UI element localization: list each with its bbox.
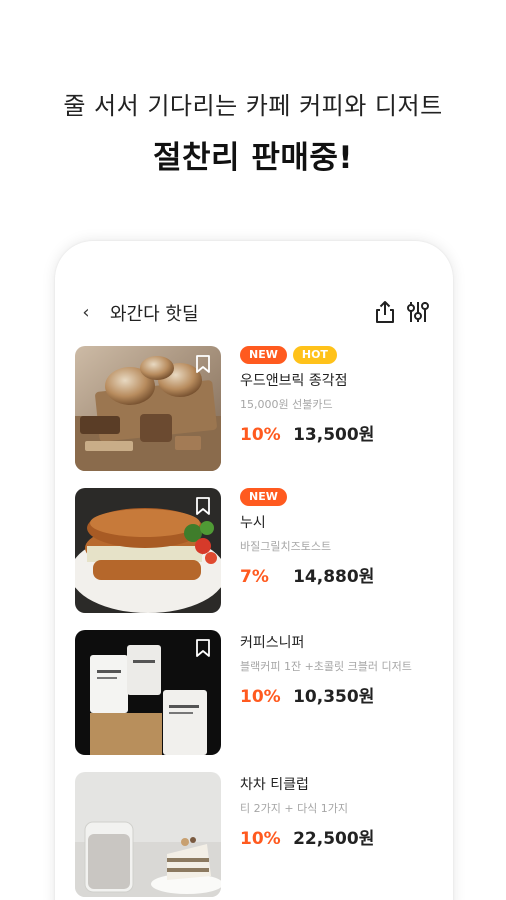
promo-title: 절찬리 판매중! (152, 140, 354, 176)
product-info: 커피스니퍼 블랙커피 1잔 +초콜릿 크블러 디저트 10% 10,350원 (240, 630, 440, 707)
product-description: 티 2가지 + 다식 1가지 (240, 802, 349, 815)
bookmark-icon[interactable] (195, 354, 211, 374)
sale-price: 14,880원 (293, 567, 375, 587)
discount-rate: 10% (240, 687, 281, 707)
discount-rate: 7% (240, 567, 269, 587)
chevron-left-icon: ‹ (82, 301, 90, 323)
badge-list: NEW (240, 488, 440, 510)
product-info: NEW 누시 바질그릴치즈토스트 7% 14,880원 (240, 488, 440, 587)
sale-price: 22,500원 (293, 829, 375, 849)
product-name: 차차 티클럽 (240, 777, 309, 793)
product-name: 누시 (240, 515, 266, 531)
promo-subtitle: 줄 서서 기다리는 카페 커피와 디저트 (63, 92, 443, 120)
new-badge: NEW (240, 488, 287, 506)
product-item[interactable]: NEW 누시 바질그릴치즈토스트 7% 14,880원 (75, 488, 435, 614)
coffee-bags-photo (75, 630, 221, 755)
toast-sandwich-photo (75, 488, 221, 613)
product-item[interactable]: 커피스니퍼 블랙커피 1잔 +초콜릿 크블러 디저트 10% 10,350원 (75, 630, 435, 756)
hot-badge: HOT (292, 346, 337, 364)
bookmark-icon[interactable] (195, 638, 211, 658)
bookmark-icon[interactable] (195, 496, 211, 516)
share-button[interactable] (372, 297, 398, 327)
price-row: 10% 13,500원 (240, 420, 440, 445)
bread-loaves-photo (75, 346, 221, 471)
app-bar: ‹ 와간다 핫딜 (55, 293, 453, 333)
new-badge: NEW (240, 346, 287, 364)
discount-rate: 10% (240, 425, 281, 445)
product-item[interactable]: 차차 티클럽 티 2가지 + 다식 1가지 10% 22,500원 (75, 772, 435, 898)
share-icon (376, 301, 394, 323)
back-button[interactable]: ‹ (75, 297, 97, 327)
price-row: 10% 10,350원 (240, 682, 440, 707)
sale-price: 13,500원 (293, 425, 375, 445)
sale-price: 10,350원 (293, 687, 375, 707)
filter-button[interactable] (405, 297, 431, 327)
price-row: 10% 22,500원 (240, 824, 440, 849)
app-title: 와간다 핫딜 (110, 304, 199, 325)
product-info: NEW HOT 우드앤브릭 종각점 15,000원 선불카드 10% 13,50… (240, 346, 440, 445)
product-name: 커피스니퍼 (240, 635, 305, 651)
promo-screen: 줄 서서 기다리는 카페 커피와 디저트 절찬리 판매중! ‹ 와간다 핫딜 N… (0, 0, 506, 900)
phone-mockup: ‹ 와간다 핫딜 NEW HOT 우드앤브릭 종각점 15,000원 선불카드 … (55, 241, 453, 900)
product-info: 차차 티클럽 티 2가지 + 다식 1가지 10% 22,500원 (240, 772, 440, 849)
filter-icon (407, 302, 429, 322)
product-description: 15,000원 선불카드 (240, 398, 333, 411)
tea-and-cake-photo (75, 772, 221, 897)
product-description: 블랙커피 1잔 +초콜릿 크블러 디저트 (240, 660, 412, 673)
product-description: 바질그릴치즈토스트 (240, 540, 332, 553)
product-name: 우드앤브릭 종각점 (240, 373, 348, 389)
price-row: 7% 14,880원 (240, 562, 440, 587)
badge-list: NEW HOT (240, 346, 440, 368)
discount-rate: 10% (240, 829, 281, 849)
product-item[interactable]: NEW HOT 우드앤브릭 종각점 15,000원 선불카드 10% 13,50… (75, 346, 435, 472)
